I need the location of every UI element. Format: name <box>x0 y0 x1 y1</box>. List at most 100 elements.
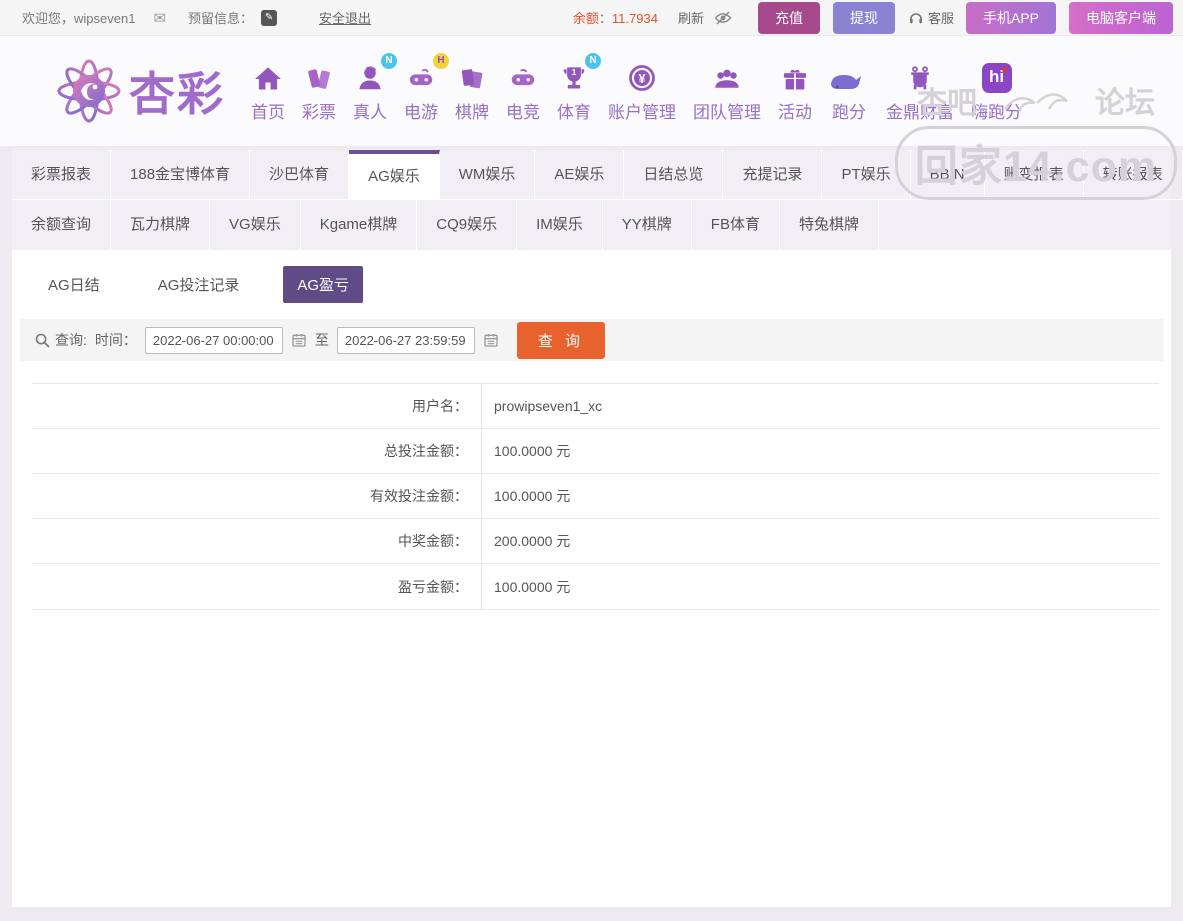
table-row: 用户名： prowipseven1_xc <box>32 384 1159 429</box>
nav-account[interactable]: ¥ 账户管理 <box>608 59 676 123</box>
nav-label: 彩票 <box>302 98 336 123</box>
tab-balance-query[interactable]: 余额查询 <box>12 200 111 250</box>
tab-fb-sports[interactable]: FB体育 <box>692 200 780 250</box>
nav-label: 真人 <box>353 98 387 123</box>
row-value: prowipseven1_xc <box>482 398 602 414</box>
mail-icon[interactable]: ✉ <box>153 9 166 27</box>
edit-reserved-icon[interactable]: ✎ <box>261 10 277 26</box>
customer-service-label: 客服 <box>928 8 954 27</box>
subtab-ag-daily[interactable]: AG日结 <box>34 266 114 303</box>
gift-icon <box>781 59 809 93</box>
site-logo[interactable]: 杏彩 <box>55 57 225 125</box>
tab-wali-chess[interactable]: 瓦力棋牌 <box>111 200 210 250</box>
end-time-input[interactable] <box>337 327 475 354</box>
to-label: 至 <box>315 330 329 350</box>
reserved-info-label: 预留信息： <box>188 8 253 27</box>
row-label: 用户名： <box>32 384 482 428</box>
customer-service-button[interactable]: 客服 <box>908 8 954 27</box>
row-label: 有效投注金额： <box>32 474 482 518</box>
recharge-button[interactable]: 充值 <box>758 2 820 34</box>
tab-188-sports[interactable]: 188金宝博体育 <box>111 150 250 200</box>
main-nav: 首页 彩票 N 真人 H 电游 棋牌 <box>251 59 1039 123</box>
flower-logo-icon <box>55 57 123 125</box>
nav-label: 体育 <box>557 98 591 123</box>
profit-table: 用户名： prowipseven1_xc 总投注金额： 100.0000 元 有… <box>32 383 1159 610</box>
nav-label: 跑分 <box>832 98 866 123</box>
tab-lottery-report[interactable]: 彩票报表 <box>12 150 111 200</box>
nav-team[interactable]: 团队管理 <box>693 59 761 123</box>
headset-icon <box>908 10 924 26</box>
tab-bbin[interactable]: BBIN <box>911 150 985 200</box>
trophy-icon: 1 N <box>559 59 589 93</box>
tab-row-2: 余额查询 瓦力棋牌 VG娱乐 Kgame棋牌 CQ9娱乐 IM娱乐 YY棋牌 F… <box>12 200 1171 250</box>
tab-vg-entertainment[interactable]: VG娱乐 <box>210 200 301 250</box>
nav-egame[interactable]: H 电游 <box>404 59 438 123</box>
team-icon <box>711 59 743 93</box>
tab-pt-entertainment[interactable]: PT娱乐 <box>822 150 910 200</box>
tab-ag-entertainment[interactable]: AG娱乐 <box>349 150 440 200</box>
ding-icon <box>905 59 935 93</box>
withdraw-button[interactable]: 提现 <box>833 2 895 34</box>
tab-ae-entertainment[interactable]: AE娱乐 <box>535 150 624 200</box>
table-row: 有效投注金额： 100.0000 元 <box>32 474 1159 519</box>
tab-wm-entertainment[interactable]: WM娱乐 <box>440 150 536 200</box>
nav-label: 棋牌 <box>455 98 489 123</box>
report-tabs: 彩票报表 188金宝博体育 沙巴体育 AG娱乐 WM娱乐 AE娱乐 日结总览 充… <box>12 150 1171 250</box>
start-time-input[interactable] <box>145 327 283 354</box>
nav-jinding[interactable]: 金鼎财富 <box>886 59 954 123</box>
tab-cq9-entertainment[interactable]: CQ9娱乐 <box>417 200 517 250</box>
tickets-icon <box>304 59 334 93</box>
nav-label: 首页 <box>251 98 285 123</box>
nav-paofen[interactable]: 跑分 <box>829 59 869 123</box>
ag-subtabs: AG日结 AG投注记录 AG盈亏 <box>12 250 1171 315</box>
nav-activity[interactable]: 活动 <box>778 59 812 123</box>
row-value: 100.0000 元 <box>482 577 570 597</box>
refresh-link[interactable]: 刷新 <box>678 8 704 27</box>
tab-tetu-chess[interactable]: 特兔棋牌 <box>780 200 879 250</box>
nav-hipaofen[interactable]: hi 嗨跑分 <box>971 59 1022 123</box>
tab-transfer-report[interactable]: 转账报表 <box>1084 150 1183 200</box>
nav-label: 账户管理 <box>608 98 676 123</box>
svg-text:1: 1 <box>572 68 577 77</box>
eye-off-icon[interactable] <box>714 9 732 27</box>
nav-label: 活动 <box>778 98 812 123</box>
nav-chess[interactable]: 棋牌 <box>455 59 489 123</box>
tab-im-entertainment[interactable]: IM娱乐 <box>517 200 603 250</box>
gamepad-icon <box>507 59 539 93</box>
tab-account-change-report[interactable]: 账变报表 <box>985 150 1084 200</box>
calendar-icon[interactable] <box>483 332 499 348</box>
row-value: 100.0000 元 <box>482 441 570 461</box>
nav-label: 电竞 <box>506 98 540 123</box>
nav-esports[interactable]: 电竞 <box>506 59 540 123</box>
subtab-ag-bet-records[interactable]: AG投注记录 <box>144 266 254 303</box>
logo-text: 杏彩 <box>129 58 225 124</box>
query-submit-button[interactable]: 查 询 <box>517 322 605 359</box>
tab-yy-chess[interactable]: YY棋牌 <box>603 200 692 250</box>
hi-icon: hi <box>982 59 1012 93</box>
pc-client-button[interactable]: 电脑客户端 <box>1069 2 1173 34</box>
watermark-right-text: 论坛 <box>1095 78 1155 122</box>
calendar-icon[interactable] <box>291 332 307 348</box>
subtab-ag-profit[interactable]: AG盈亏 <box>283 266 363 303</box>
report-panel: 彩票报表 188金宝博体育 沙巴体育 AG娱乐 WM娱乐 AE娱乐 日结总览 充… <box>12 150 1171 907</box>
welcome-text: 欢迎您，wipseven1 <box>22 8 135 27</box>
nav-lottery[interactable]: 彩票 <box>302 59 336 123</box>
tab-row-filler <box>879 200 1171 250</box>
tab-kgame-chess[interactable]: Kgame棋牌 <box>301 200 418 250</box>
live-person-icon: N <box>355 59 385 93</box>
query-bar: 查询: 时间： 至 查 询 <box>20 319 1163 361</box>
nav-live[interactable]: N 真人 <box>353 59 387 123</box>
gamepad-icon: H <box>405 59 437 93</box>
nav-sports[interactable]: 1 N 体育 <box>557 59 591 123</box>
tab-saba-sports[interactable]: 沙巴体育 <box>250 150 349 200</box>
row-label: 盈亏金额： <box>32 564 482 609</box>
hi-dot <box>1002 67 1007 72</box>
nav-home[interactable]: 首页 <box>251 59 285 123</box>
tab-row-1: 彩票报表 188金宝博体育 沙巴体育 AG娱乐 WM娱乐 AE娱乐 日结总览 充… <box>12 150 1171 200</box>
mobile-app-button[interactable]: 手机APP <box>966 2 1056 34</box>
tab-daily-summary[interactable]: 日结总览 <box>624 150 723 200</box>
tab-deposit-withdraw-records[interactable]: 充提记录 <box>723 150 822 200</box>
site-header: 杏彩 首页 彩票 N 真人 H 电游 <box>0 36 1183 146</box>
badge-n: N <box>381 53 397 69</box>
logout-link[interactable]: 安全退出 <box>319 8 371 27</box>
